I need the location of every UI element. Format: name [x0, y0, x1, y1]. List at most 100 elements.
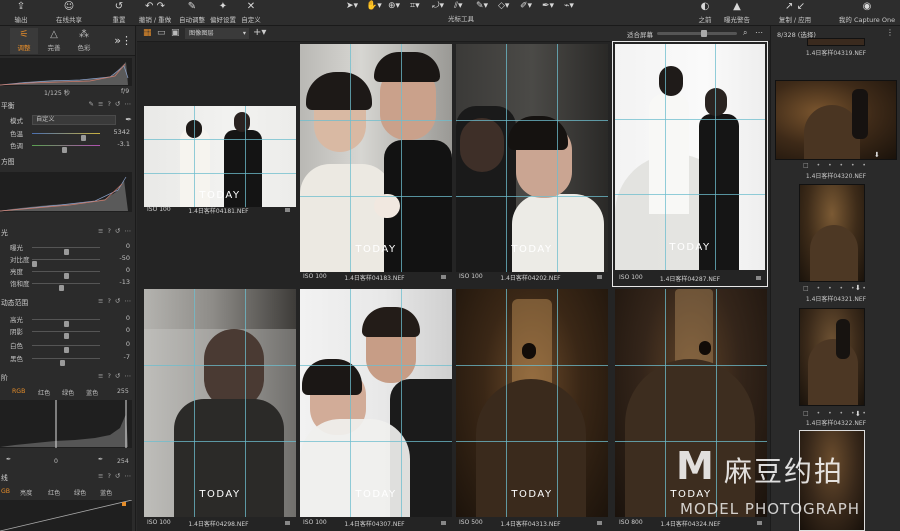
photo-thumbnail[interactable]: TODAY — [615, 44, 765, 270]
zoom-slider-knob[interactable] — [701, 30, 707, 37]
wb-temp-slider[interactable] — [32, 133, 100, 141]
search-icon[interactable]: ⌕ — [743, 28, 747, 38]
saturation-slider[interactable] — [32, 283, 100, 291]
curve-channel-rgb[interactable]: GB — [1, 488, 10, 495]
curve-header[interactable]: 线 ≡ ? ↺ ⋯ — [0, 472, 135, 484]
eraser-tool-icon[interactable]: ◇▾ — [498, 1, 509, 11]
blacks-knob[interactable] — [60, 360, 66, 366]
photo-thumbnail[interactable]: TODAY — [456, 44, 608, 272]
fit-screen-label[interactable]: 适合屏幕 — [627, 29, 653, 39]
levels-channel-rgb[interactable]: RGB — [12, 388, 25, 395]
wb-tint-knob[interactable] — [61, 147, 67, 153]
section-tools-icon[interactable]: ≡ ? ↺ ⋯ — [98, 472, 132, 480]
whites-slider[interactable] — [32, 345, 100, 353]
shadows-slider[interactable] — [32, 331, 100, 339]
filmstrip-thumbnail[interactable] — [799, 430, 865, 531]
rating-dots[interactable]: □ • • • • • — [771, 285, 900, 292]
filmstrip-thumbnail[interactable] — [799, 308, 865, 406]
wb-tool-icon[interactable]: ⌁▾ — [564, 1, 574, 11]
exposure-slider[interactable] — [32, 247, 100, 255]
levels-histogram[interactable] — [0, 400, 132, 448]
add-icon[interactable]: +▾ — [253, 27, 266, 38]
pointer-tool-icon[interactable]: ➤▾ — [346, 1, 358, 11]
photo-cell[interactable]: TODAY ISO 100 1.4日客样04307.NEF — [297, 288, 452, 531]
blacks-slider[interactable] — [32, 358, 100, 366]
view-mode-select[interactable]: 图像图层 ▾ — [185, 28, 249, 39]
photo-cell[interactable]: TODAY ISO 800 1.4日客样04324.NEF — [613, 288, 768, 531]
photo-thumbnail[interactable]: TODAY — [144, 106, 296, 207]
saturation-knob[interactable] — [59, 285, 65, 291]
filmstrip-options-icon[interactable]: ⋮ — [886, 28, 894, 37]
section-tools-icon[interactable]: ≡ ? ↺ ⋯ — [98, 372, 132, 380]
curve-channel-green[interactable]: 绿色 — [74, 488, 86, 497]
contrast-slider[interactable] — [32, 259, 100, 267]
curve-channel-red[interactable]: 红色 — [48, 488, 60, 497]
hdr-header[interactable]: 动态范围 ≡ ? ↺ ⋯ — [0, 297, 135, 309]
exposure-warning-button[interactable]: ▲ 曝光警告 — [720, 1, 754, 25]
tab-refine[interactable]: △ 完善 — [40, 28, 68, 54]
rating-dots[interactable]: □ • • • • • — [771, 410, 900, 417]
curve-graph[interactable] — [0, 499, 133, 531]
keystone-tool-icon[interactable]: ⫽▾ — [454, 1, 463, 11]
reset-button[interactable]: ↺ 重置 — [106, 1, 132, 25]
levels-channel-blue[interactable]: 蓝色 — [86, 388, 98, 397]
crop-tool-icon[interactable]: ⌗▾ — [410, 1, 420, 11]
zoom-tool-icon[interactable]: ⊕▾ — [388, 1, 400, 11]
hand-tool-icon[interactable]: ✋▾ — [366, 1, 382, 11]
section-tools-icon[interactable]: ✎ ≡ ? ↺ ⋯ — [88, 100, 132, 108]
photo-cell-selected[interactable]: TODAY ISO 100 1.4日客样04287.NEF — [612, 41, 768, 287]
grid-view-icon[interactable]: ▦ — [143, 28, 152, 38]
highlights-slider[interactable] — [32, 319, 100, 327]
photo-cell[interactable]: TODAY ISO 100 1.4日客样04183.NEF — [297, 44, 452, 286]
brush-tool-icon[interactable]: ✎▾ — [476, 1, 488, 11]
heal-tool-icon[interactable]: ✐▾ — [520, 1, 532, 11]
curve-channel-blue[interactable]: 蓝色 — [100, 488, 112, 497]
tab-color[interactable]: ⁂ 色彩 — [70, 28, 98, 54]
tab-adjust[interactable]: ⚟ 调整 — [10, 28, 38, 54]
photo-thumbnail[interactable]: TODAY — [300, 289, 452, 517]
zoom-slider[interactable] — [657, 30, 737, 37]
photo-thumbnail[interactable]: TODAY — [456, 289, 608, 517]
curve-channel-luma[interactable]: 亮度 — [20, 488, 32, 497]
photo-cell[interactable]: TODAY ISO 500 1.4日客样04313.NEF — [453, 288, 608, 531]
white-picker-icon[interactable]: ✒ — [98, 456, 103, 463]
customize-button[interactable]: ✕ 自定义 — [238, 1, 264, 25]
filmstrip-thumbnail[interactable] — [807, 38, 865, 46]
photo-cell[interactable]: TODAY ISO 100 1.4日客样04181.NEF — [141, 44, 296, 286]
preferences-button[interactable]: ✦ 偏好设置 — [208, 1, 238, 25]
more-options-icon[interactable]: ⋯ — [755, 28, 763, 37]
rating-dots[interactable]: □ • • • • • — [771, 162, 900, 169]
download-icon[interactable]: ⬇ — [855, 410, 861, 418]
levels-channel-red[interactable]: 红色 — [38, 388, 50, 397]
before-button[interactable]: ◐ 之前 — [694, 1, 716, 25]
black-picker-icon[interactable]: ✒ — [6, 456, 11, 463]
filmstrip-view-icon[interactable]: ▣ — [171, 28, 180, 38]
photo-thumbnail[interactable]: TODAY — [615, 289, 767, 517]
copy-apply-button[interactable]: ↗ ↙ 复制 / 应用 — [776, 1, 814, 25]
wb-tint-slider[interactable] — [32, 145, 100, 153]
filmstrip-thumbnail[interactable] — [799, 184, 865, 282]
brightness-slider[interactable] — [32, 271, 100, 279]
more-tabs-icon[interactable]: »⋮ — [114, 34, 132, 47]
filmstrip-thumbnail[interactable] — [775, 80, 897, 160]
white-balance-header[interactable]: 平衡 ✎ ≡ ? ↺ ⋯ — [0, 100, 135, 112]
download-icon[interactable]: ⬇ — [874, 151, 880, 159]
section-tools-icon[interactable]: ≡ ? ↺ ⋯ — [98, 227, 132, 235]
section-tools-icon[interactable]: ≡ ? ↺ ⋯ — [98, 297, 132, 305]
app-menu-button[interactable]: ◉ 我的 Capture One — [838, 1, 896, 25]
download-icon[interactable]: ⬇ — [855, 284, 861, 292]
levels-header[interactable]: 阶 ≡ ? ↺ ⋯ — [0, 372, 135, 384]
rotate-tool-icon[interactable]: ⤾▾ — [432, 1, 444, 11]
list-view-icon[interactable]: ▭ — [157, 28, 166, 38]
levels-channel-green[interactable]: 绿色 — [62, 388, 74, 397]
online-share-button[interactable]: ☺ 在线共享 — [52, 1, 86, 25]
photo-cell[interactable]: TODAY ISO 100 1.4日客样04298.NEF — [141, 288, 296, 531]
exposure-header[interactable]: 光 ≡ ? ↺ ⋯ — [0, 227, 135, 239]
photo-thumbnail[interactable]: TODAY — [300, 44, 452, 272]
photo-cell[interactable]: TODAY ISO 100 1.4日客样04202.NEF — [453, 44, 608, 286]
auto-adjust-button[interactable]: ✎ 自动调整 — [176, 1, 208, 25]
undo-redo-button[interactable]: ↶ ↷ 撤销 / 重做 — [136, 1, 174, 25]
picker-tool-icon[interactable]: ✒▾ — [542, 1, 554, 11]
eyedropper-icon[interactable]: ✒ — [125, 115, 132, 124]
histogram-header[interactable]: 方图 — [0, 156, 135, 168]
